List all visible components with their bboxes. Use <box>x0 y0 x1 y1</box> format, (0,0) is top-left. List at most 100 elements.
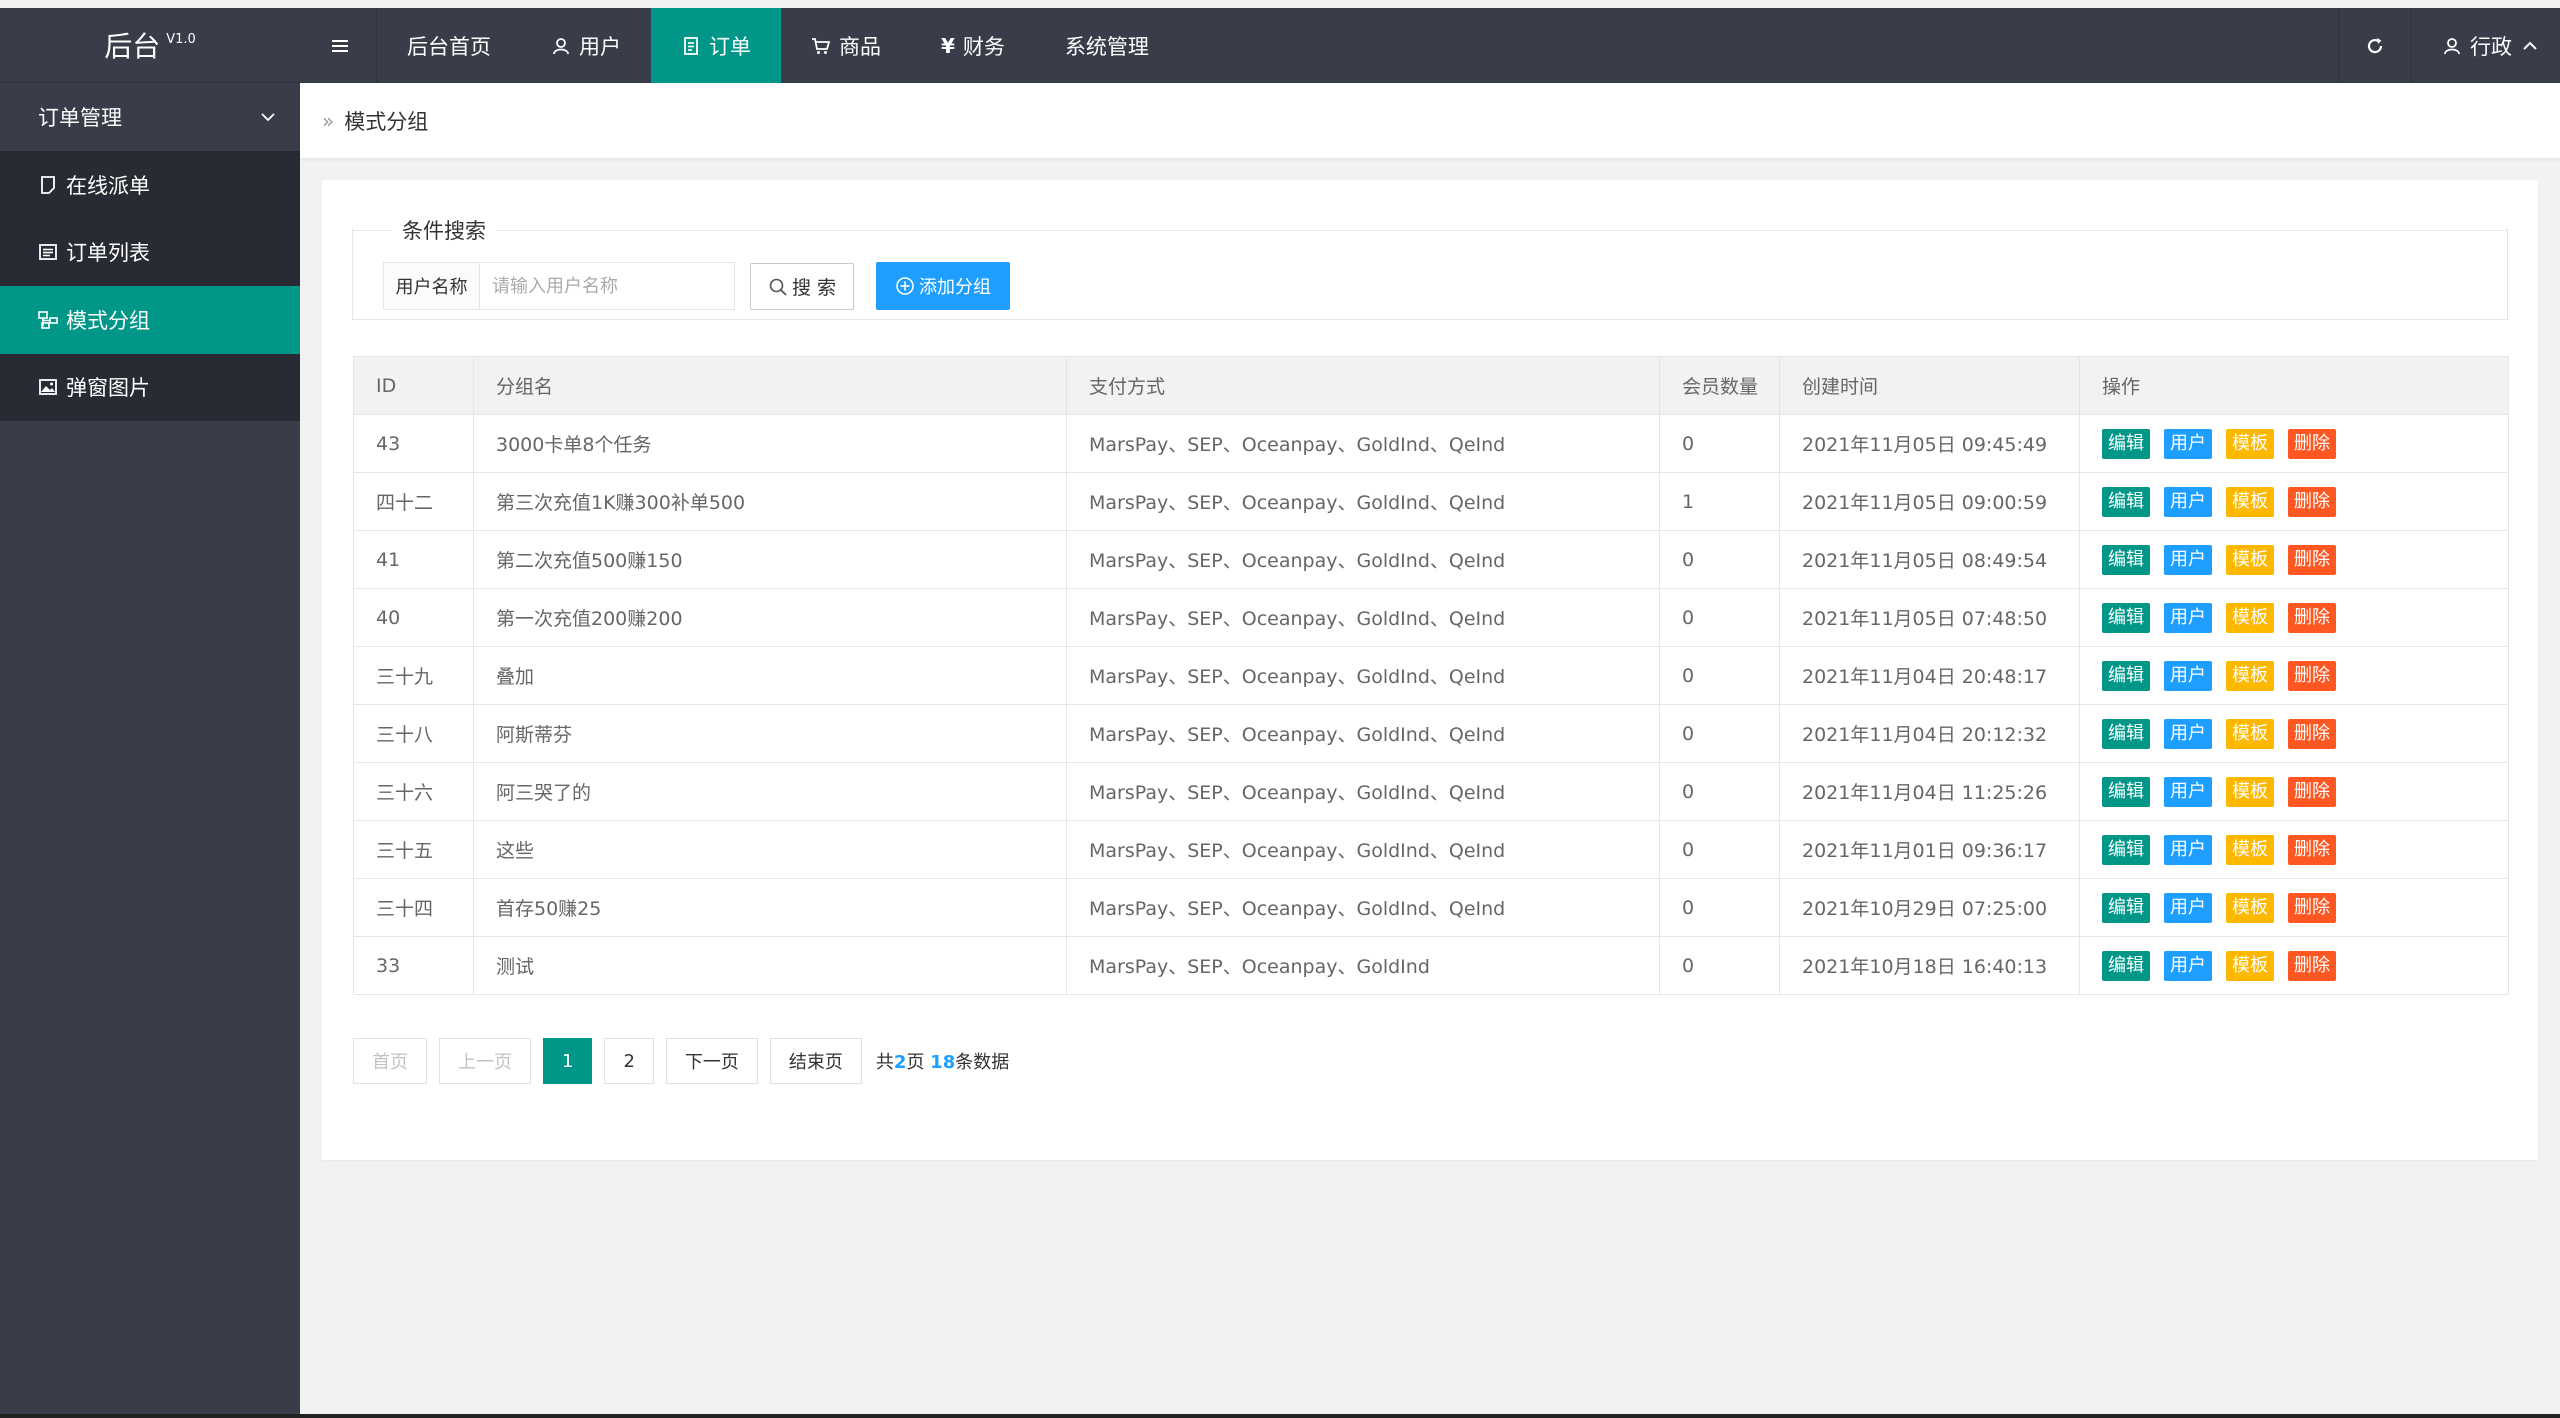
cell-actions: 编辑 用户 模板 删除 <box>2079 414 2509 473</box>
delete-button[interactable]: 删除 <box>2288 950 2336 981</box>
cell-actions: 编辑 用户 模板 删除 <box>2079 762 2509 821</box>
delete-button[interactable]: 删除 <box>2288 660 2336 691</box>
edit-button[interactable]: 编辑 <box>2102 834 2150 865</box>
edit-button[interactable]: 编辑 <box>2102 660 2150 691</box>
cell-id: 三十九 <box>353 646 474 705</box>
cell-id: 40 <box>353 588 474 647</box>
cell-payment: MarsPay、SEP、Oceanpay、GoldInd、QeInd <box>1066 646 1660 705</box>
delete-button[interactable]: 删除 <box>2288 892 2336 923</box>
template-button[interactable]: 模板 <box>2226 602 2274 633</box>
template-button[interactable]: 模板 <box>2226 428 2274 459</box>
nav-item-goods[interactable]: 商品 <box>781 8 911 83</box>
user-button[interactable]: 用户 <box>2164 660 2212 691</box>
delete-button[interactable]: 删除 <box>2288 776 2336 807</box>
template-button[interactable]: 模板 <box>2226 544 2274 575</box>
edit-button[interactable]: 编辑 <box>2102 892 2150 923</box>
add-group-button[interactable]: 添加分组 <box>876 262 1010 310</box>
sidebar-group-order[interactable]: 订单管理 <box>0 83 300 151</box>
image-icon <box>39 379 57 396</box>
cell-actions: 编辑 用户 模板 删除 <box>2079 878 2509 937</box>
nav-item-order[interactable]: 订单 <box>651 8 781 83</box>
delete-button[interactable]: 删除 <box>2288 834 2336 865</box>
nav-item-home[interactable]: 后台首页 <box>377 8 521 83</box>
cell-members: 0 <box>1659 820 1780 879</box>
next-page-button[interactable]: 下一页 <box>665 1038 758 1084</box>
menu-toggle-icon <box>332 39 348 52</box>
row-actions: 编辑 用户 模板 删除 <box>2102 776 2508 807</box>
cell-actions: 编辑 用户 模板 删除 <box>2079 530 2509 589</box>
template-button[interactable]: 模板 <box>2226 660 2274 691</box>
template-button[interactable]: 模板 <box>2226 776 2274 807</box>
user-button[interactable]: 用户 <box>2164 718 2212 749</box>
user-button[interactable]: 用户 <box>2164 486 2212 517</box>
page-button-2[interactable]: 2 <box>604 1038 654 1084</box>
table-row: 三十四 首存50赚25 MarsPay、SEP、Oceanpay、GoldInd、Q… <box>353 878 2509 937</box>
edit-button[interactable]: 编辑 <box>2102 602 2150 633</box>
edit-button[interactable]: 编辑 <box>2102 718 2150 749</box>
delete-button[interactable]: 删除 <box>2288 486 2336 517</box>
refresh-icon <box>2367 37 2383 53</box>
menu-toggle-button[interactable] <box>300 8 377 83</box>
last-page-button[interactable]: 结束页 <box>769 1038 862 1084</box>
cell-id: 四十二 <box>353 472 474 531</box>
cell-payment: MarsPay、SEP、Oceanpay、GoldInd、QeInd <box>1066 820 1660 879</box>
user-button[interactable]: 用户 <box>2164 950 2212 981</box>
prev-page-button[interactable]: 上一页 <box>439 1038 531 1084</box>
user-button[interactable]: 用户 <box>2164 834 2212 865</box>
template-button[interactable]: 模板 <box>2226 950 2274 981</box>
nav-item-user[interactable]: 用户 <box>521 8 651 83</box>
template-button[interactable]: 模板 <box>2226 718 2274 749</box>
row-actions: 编辑 用户 模板 删除 <box>2102 602 2508 633</box>
user-button[interactable]: 用户 <box>2164 544 2212 575</box>
username-input[interactable] <box>480 263 734 309</box>
cell-created: 2021年11月04日 20:12:32 <box>1779 704 2080 763</box>
template-button[interactable]: 模板 <box>2226 834 2274 865</box>
table-row: 三十九 叠加 MarsPay、SEP、Oceanpay、GoldInd、QeInd 0… <box>353 646 2509 705</box>
nav-item-label: 订单 <box>709 34 751 59</box>
user-button[interactable]: 用户 <box>2164 428 2212 459</box>
cell-name: 3000卡单8个任务 <box>473 414 1067 473</box>
edit-button[interactable]: 编辑 <box>2102 776 2150 807</box>
table-row: 三十五 这些 MarsPay、SEP、Oceanpay、GoldInd、QeInd 0… <box>353 820 2509 879</box>
delete-button[interactable]: 删除 <box>2288 718 2336 749</box>
brand-version: V1.0 <box>166 31 196 47</box>
cell-id: 三十八 <box>353 704 474 763</box>
user-button[interactable]: 用户 <box>2164 892 2212 923</box>
template-button[interactable]: 模板 <box>2226 892 2274 923</box>
sidebar-item-popup-image[interactable]: 弹窗图片 <box>0 354 300 422</box>
sidebar-item-order-list[interactable]: 订单列表 <box>0 219 300 287</box>
edit-button[interactable]: 编辑 <box>2102 544 2150 575</box>
sidebar: 订单管理 在线派单 订单列表 模式分组 弹窗图片 <box>0 83 300 1418</box>
cell-created: 2021年11月04日 20:48:17 <box>1779 646 2080 705</box>
total-count: 18 <box>930 1052 956 1073</box>
user-button[interactable]: 用户 <box>2164 776 2212 807</box>
first-page-button[interactable]: 首页 <box>353 1038 427 1084</box>
cell-payment: MarsPay、SEP、Oceanpay、GoldInd、QeInd <box>1066 704 1660 763</box>
refresh-button[interactable] <box>2338 8 2411 83</box>
delete-button[interactable]: 删除 <box>2288 544 2336 575</box>
sidebar-item-dispatch[interactable]: 在线派单 <box>0 151 300 219</box>
row-actions: 编辑 用户 模板 删除 <box>2102 718 2508 749</box>
cart-icon <box>812 37 831 54</box>
template-button[interactable]: 模板 <box>2226 486 2274 517</box>
cell-members: 0 <box>1659 936 1780 995</box>
delete-button[interactable]: 删除 <box>2288 602 2336 633</box>
edit-button[interactable]: 编辑 <box>2102 428 2150 459</box>
user-button[interactable]: 用户 <box>2164 602 2212 633</box>
edit-button[interactable]: 编辑 <box>2102 486 2150 517</box>
sidebar-item-mode-group[interactable]: 模式分组 <box>0 286 300 354</box>
chevron-down-icon <box>261 113 275 122</box>
edit-button[interactable]: 编辑 <box>2102 950 2150 981</box>
nav-item-system[interactable]: 系统管理 <box>1035 8 1179 83</box>
cell-created: 2021年11月05日 09:45:49 <box>1779 414 2080 473</box>
search-button[interactable]: 搜 索 <box>750 263 854 310</box>
cell-name: 第二次充值500赚150 <box>473 530 1067 589</box>
delete-button[interactable]: 删除 <box>2288 428 2336 459</box>
table-row: 41 第二次充值500赚150 MarsPay、SEP、Oceanpay、GoldI… <box>353 530 2509 589</box>
page-button-1[interactable]: 1 <box>543 1038 593 1084</box>
breadcrumb: » 模式分组 <box>300 83 2560 158</box>
user-menu[interactable]: 行政 <box>2411 8 2560 83</box>
cell-members: 0 <box>1659 762 1780 821</box>
nav-item-finance[interactable]: ¥ 财务 <box>911 8 1035 83</box>
cell-name: 测试 <box>473 936 1067 995</box>
